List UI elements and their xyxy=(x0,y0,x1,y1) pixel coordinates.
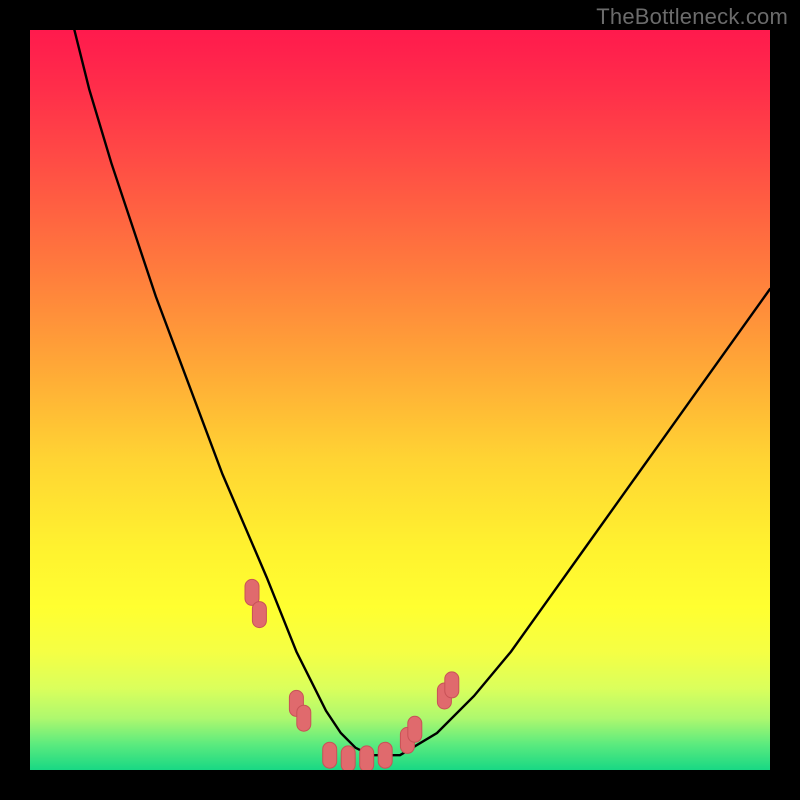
watermark-text: TheBottleneck.com xyxy=(596,4,788,30)
data-marker xyxy=(408,716,422,742)
data-marker xyxy=(323,742,337,768)
data-marker xyxy=(245,579,259,605)
data-marker xyxy=(378,742,392,768)
curve-layer xyxy=(30,30,770,770)
data-marker xyxy=(360,746,374,770)
chart-frame: TheBottleneck.com xyxy=(0,0,800,800)
marker-group xyxy=(245,579,459,770)
data-marker xyxy=(341,746,355,770)
data-marker xyxy=(445,672,459,698)
plot-area xyxy=(30,30,770,770)
bottleneck-curve-path xyxy=(74,30,770,755)
data-marker xyxy=(297,705,311,731)
data-marker xyxy=(252,602,266,628)
